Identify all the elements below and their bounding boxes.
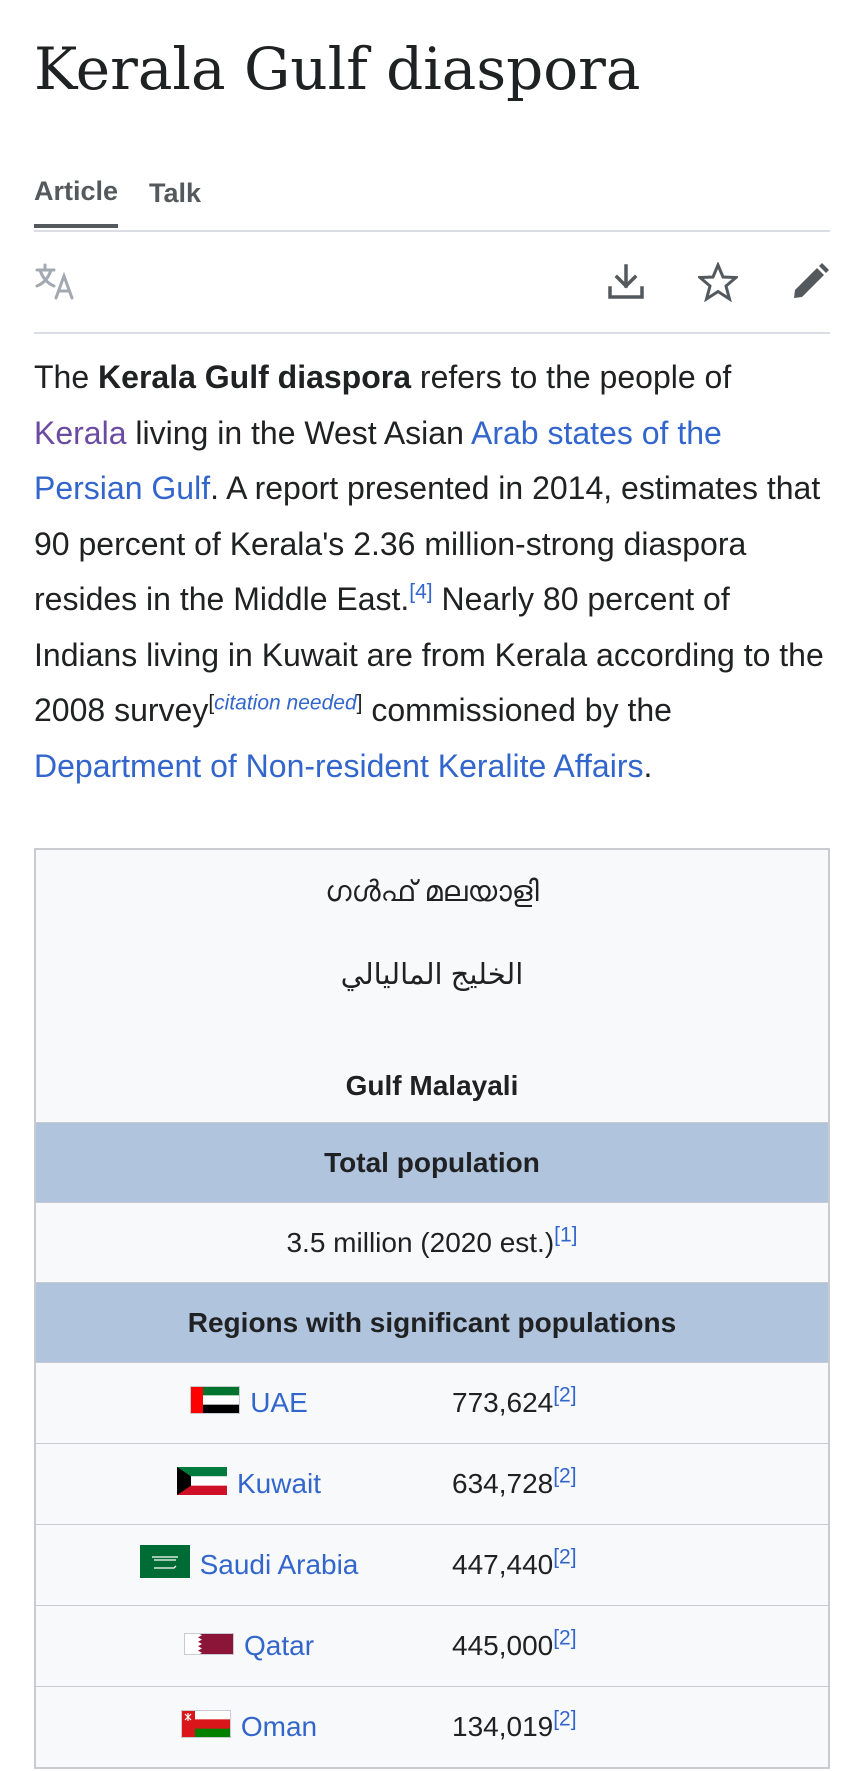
kuwait-flag-icon — [176, 1466, 227, 1502]
reference-2-link[interactable]: [2] — [553, 1384, 576, 1407]
infobox-total-header: Total population — [36, 1122, 828, 1202]
text: . — [643, 747, 653, 784]
star-icon[interactable] — [698, 262, 738, 302]
namespace-tabs: Article Talk — [34, 144, 830, 232]
reference-2-link[interactable]: [2] — [553, 1465, 576, 1488]
region-value: 634,728[2] — [432, 1465, 828, 1500]
infobox-regions-header: Regions with significant populations — [36, 1282, 828, 1362]
region-row: Saudi Arabia 447,440[2] — [36, 1524, 828, 1605]
region-country-link[interactable]: Qatar — [244, 1630, 314, 1662]
infobox-name-malayalam: ഗൾഫ് മലയാളി — [325, 876, 539, 908]
region-country-link[interactable]: Kuwait — [237, 1468, 321, 1500]
citation-needed: [citation needed] — [208, 691, 362, 714]
text: living in the West Asian — [126, 414, 471, 451]
reference-4: [4] — [409, 580, 432, 603]
infobox-total-value: 3.5 million (2020 est.)[1] — [36, 1202, 828, 1282]
lede-paragraph: The Kerala Gulf diaspora refers to the p… — [34, 350, 830, 794]
tab-talk[interactable]: Talk — [149, 144, 201, 228]
region-value-text: 773,624 — [452, 1387, 554, 1418]
page-title: Kerala Gulf diaspora — [34, 35, 641, 103]
text: refers to the people of — [411, 359, 732, 395]
toolbar-right-actions — [606, 262, 830, 302]
region-country: Qatar — [36, 1630, 432, 1662]
region-value: 447,440[2] — [432, 1546, 828, 1581]
region-value-text: 445,000 — [452, 1630, 554, 1661]
region-value-text: 634,728 — [452, 1468, 554, 1499]
infobox-name-arabic: الخليج الماليالي — [340, 959, 524, 991]
region-value: 773,624[2] — [432, 1384, 828, 1419]
infobox-name-english: Gulf Malayali — [345, 1070, 519, 1101]
reference-1-link[interactable]: [1] — [554, 1224, 577, 1247]
tab-article[interactable]: Article — [34, 144, 119, 228]
uae-flag-icon — [190, 1385, 241, 1421]
reference-4-link[interactable]: [4] — [409, 580, 432, 603]
region-country: Saudi Arabia — [36, 1545, 432, 1585]
saudi-flag-icon — [139, 1545, 190, 1585]
reference-2-link[interactable]: [2] — [553, 1708, 576, 1731]
infobox: ഗൾഫ് മലയാളി الخليج الماليالي Gulf Malaya… — [34, 848, 830, 1769]
region-value: 134,019[2] — [432, 1708, 828, 1743]
region-country: UAE — [36, 1385, 432, 1421]
download-icon[interactable] — [606, 262, 646, 302]
page-actions-toolbar — [34, 232, 830, 334]
region-row: Kuwait 634,728[2] — [36, 1443, 828, 1524]
total-value-text: 3.5 million (2020 est.) — [286, 1227, 555, 1258]
region-country: Kuwait — [36, 1466, 432, 1502]
pencil-icon[interactable] — [790, 262, 830, 302]
citation-needed-link[interactable]: citation needed — [214, 691, 356, 714]
qatar-flag-icon — [183, 1630, 234, 1662]
language-icon[interactable] — [34, 262, 78, 302]
oman-flag-icon — [180, 1709, 231, 1745]
text: The — [34, 359, 99, 395]
region-country-link[interactable]: UAE — [250, 1387, 308, 1419]
region-value-text: 447,440 — [452, 1549, 554, 1580]
region-value-text: 134,019 — [452, 1711, 554, 1742]
region-country-link[interactable]: Oman — [241, 1711, 317, 1743]
reference-2-link[interactable]: [2] — [553, 1627, 576, 1650]
region-country: Oman — [36, 1709, 432, 1745]
article-page: Kerala Gulf diaspora Article Talk The Ke… — [0, 0, 864, 1769]
region-country-link[interactable]: Saudi Arabia — [200, 1549, 359, 1581]
region-row: UAE 773,624[2] — [36, 1362, 828, 1443]
region-value: 445,000[2] — [432, 1627, 828, 1662]
region-row: Oman 134,019[2] — [36, 1686, 828, 1767]
region-row: Qatar 445,000[2] — [36, 1605, 828, 1686]
link-department[interactable]: Department of Non-resident Keralite Affa… — [34, 748, 643, 784]
link-kerala[interactable]: Kerala — [34, 415, 127, 451]
text: commissioned by the — [362, 692, 672, 728]
bold-term: Kerala Gulf diaspora — [98, 359, 412, 395]
reference-2-link[interactable]: [2] — [553, 1546, 576, 1569]
